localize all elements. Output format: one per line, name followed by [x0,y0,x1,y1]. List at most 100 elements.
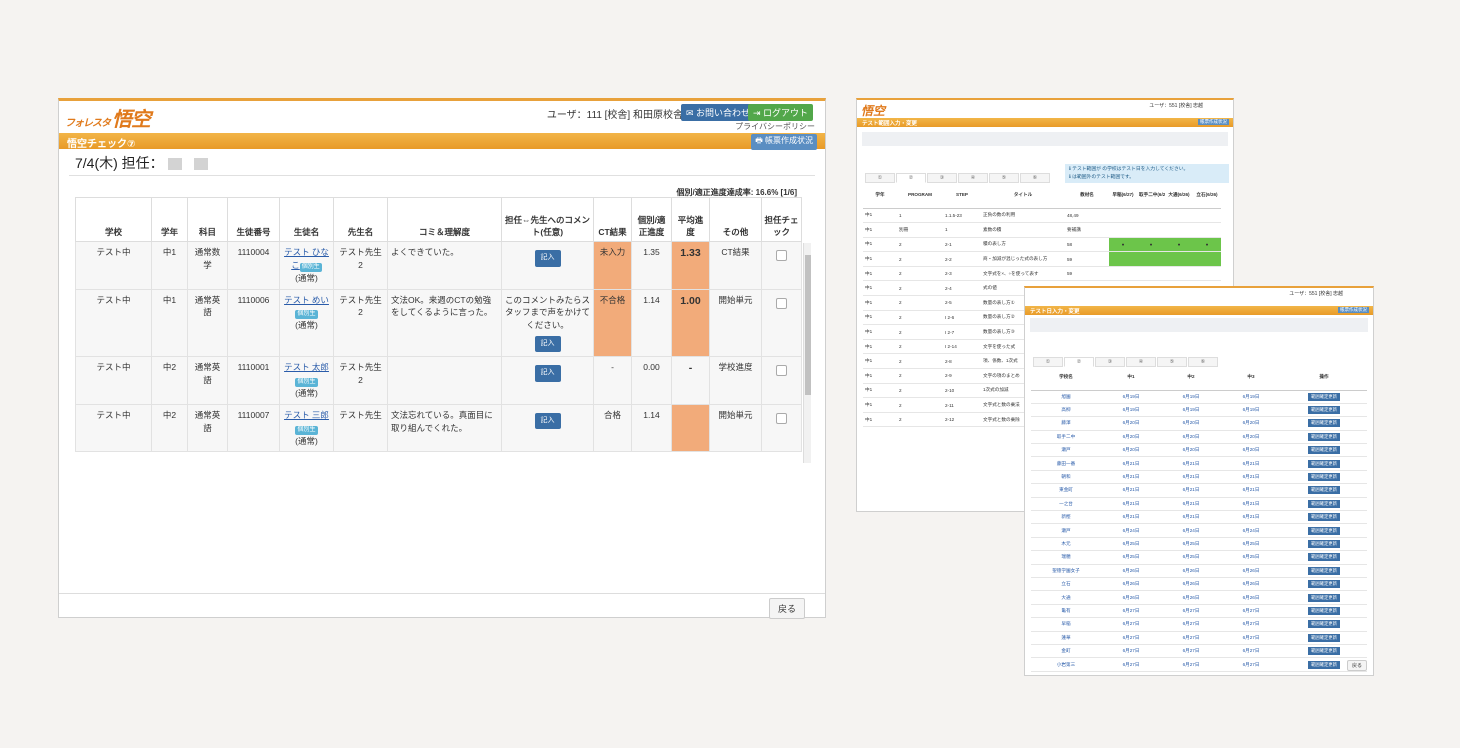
main-window: フォレスタ 悟空 ユーザ：111 [校舎] 和田原校舎 ✉ お問い合わせ ⇥ ログ… [58,98,826,619]
range-cell[interactable] [1109,208,1137,224]
teacher-checkbox[interactable] [776,365,787,377]
report-status-button[interactable]: 帳票作成状況 [1198,119,1229,125]
range-cell[interactable] [1109,266,1137,282]
confirm-range-button[interactable]: 範囲確定更新 [1308,446,1340,455]
back-button[interactable]: 戻る [1346,660,1367,671]
range-cell[interactable] [1165,222,1193,238]
date-cell: 6月21日 [1221,497,1281,512]
date-cell: 6月21日 [1101,483,1161,498]
confirm-range-button[interactable]: 範囲確定更新 [1308,473,1340,482]
table-cell: 2 [897,266,943,282]
student-link[interactable]: テスト めい [284,295,329,305]
range-cell[interactable] [1109,222,1137,238]
confirm-range-button[interactable]: 範囲確定更新 [1308,620,1340,629]
date-cell: 6月27日 [1101,644,1161,659]
confirm-range-button[interactable]: 範囲確定更新 [1308,419,1340,428]
table-scrollbar[interactable] [803,243,811,463]
table-row: 旭園 6月19日 6月19日 6月19日 範囲確定更新 [1031,390,1367,404]
range-cell[interactable] [1193,208,1221,224]
table-cell: 別冊 [897,222,943,238]
range-cell[interactable] [1193,251,1221,267]
table-row: 藤田一番 6月21日 6月21日 6月21日 範囲確定更新 [1031,456,1367,471]
table-cell: 中1 [863,208,897,224]
table-row: 中1 2 2-1 積の表し方 58 ● ● ● ● [863,237,1221,253]
confirm-range-button[interactable]: 範囲確定更新 [1308,660,1340,669]
date-cell: 6月25日 [1161,550,1221,565]
column-header: 大通(6/26) [1165,182,1193,209]
report-status-button[interactable]: 帳票作成状況 [1338,307,1369,313]
student-id-cell: 1110006 [227,288,280,358]
range-cell[interactable] [1165,266,1193,282]
confirm-range-button[interactable]: 範囲確定更新 [1308,553,1340,562]
teacher-checkbox[interactable] [776,297,787,309]
school-name-cell: 藤澤 [1031,416,1101,431]
action-cell: 範囲確定更新 [1281,617,1367,632]
note-cell: 記入 [501,403,594,453]
table-cell: 正負の数の利用 [981,208,1065,224]
confirm-range-button[interactable]: 範囲確定更新 [1308,513,1340,522]
range-cell[interactable] [1109,251,1137,267]
student-suffix: (通常) [295,435,318,446]
range-cell[interactable]: ● [1165,237,1193,253]
avg-progress-cell: - [671,356,710,405]
range-cell[interactable]: ● [1193,237,1221,253]
date-cell: 6月26日 [1221,590,1281,605]
school-name-cell: 大通 [1031,590,1101,605]
range-cell[interactable] [1165,251,1193,267]
student-link[interactable]: テスト 太郎 [284,362,329,372]
logout-button[interactable]: ⇥ ログアウト [747,104,813,121]
range-cell[interactable] [1165,208,1193,224]
confirm-range-button[interactable]: 範囲確定更新 [1308,432,1340,441]
teacher-checkbox[interactable] [776,250,787,261]
contact-button[interactable]: ✉ お問い合わせ [680,104,755,121]
entry-button[interactable]: 記入 [534,365,561,382]
column-header: 操作 [1281,364,1367,391]
confirm-range-button[interactable]: 範囲確定更新 [1308,392,1340,401]
confirm-range-button[interactable]: 範囲確定更新 [1308,606,1340,615]
confirm-range-button[interactable]: 範囲確定更新 [1308,633,1340,642]
table-cell: 2 [897,295,943,311]
student-cell: テスト ひなこ 個別生 (通常) [279,241,334,290]
column-header: その他 [709,197,762,242]
confirm-range-button[interactable]: 範囲確定更新 [1308,647,1340,656]
table-cell: 2-8 [943,353,981,370]
privacy-link[interactable]: プライバシーポリシー [735,121,815,132]
range-cell[interactable] [1193,266,1221,282]
range-cell[interactable] [1137,251,1165,267]
report-status-button[interactable]: 🖶 帳票作成状況 [751,134,817,150]
date-cell: 6月21日 [1101,456,1161,471]
confirm-range-button[interactable]: 範囲確定更新 [1308,499,1340,508]
range-cell[interactable] [1137,222,1165,238]
confirm-range-button[interactable]: 範囲確定更新 [1308,406,1340,415]
other-cell: CT結果 [709,241,762,290]
entry-button[interactable]: 記入 [534,250,561,267]
range-cell[interactable] [1193,222,1221,238]
range-cell[interactable]: ● [1137,237,1165,253]
table-cell: 1 [897,208,943,224]
confirm-range-button[interactable]: 範囲確定更新 [1308,539,1340,548]
grade-cell: 中2 [151,356,188,405]
column-header: CT結果 [593,197,632,242]
avg-progress-cell [671,403,710,453]
table-cell: 中1 [863,324,897,340]
confirm-range-button[interactable]: 範囲確定更新 [1308,566,1340,575]
entry-button[interactable]: 記入 [534,412,561,430]
school-name-cell: 木元 [1031,537,1101,552]
range-cell[interactable] [1137,208,1165,224]
date-cell: 6月26日 [1221,564,1281,578]
student-link[interactable]: テスト 三郎 [284,410,329,420]
back-button[interactable]: 戻る [768,598,805,619]
confirm-range-button[interactable]: 範囲確定更新 [1308,486,1340,495]
teacher-checkbox[interactable] [776,412,787,424]
date-cell: 6月27日 [1161,657,1221,672]
confirm-range-button[interactable]: 範囲確定更新 [1308,459,1340,468]
check-cell [761,356,802,405]
confirm-range-button[interactable]: 範囲確定更新 [1308,593,1340,602]
table-cell: 58 [1065,237,1109,253]
confirm-range-button[interactable]: 範囲確定更新 [1308,526,1340,535]
entry-button[interactable]: 記入 [534,335,561,353]
confirm-range-button[interactable]: 範囲確定更新 [1308,580,1340,589]
table-cell: 2-11 [943,397,981,413]
range-cell[interactable]: ● [1109,237,1137,253]
range-cell[interactable] [1137,266,1165,282]
